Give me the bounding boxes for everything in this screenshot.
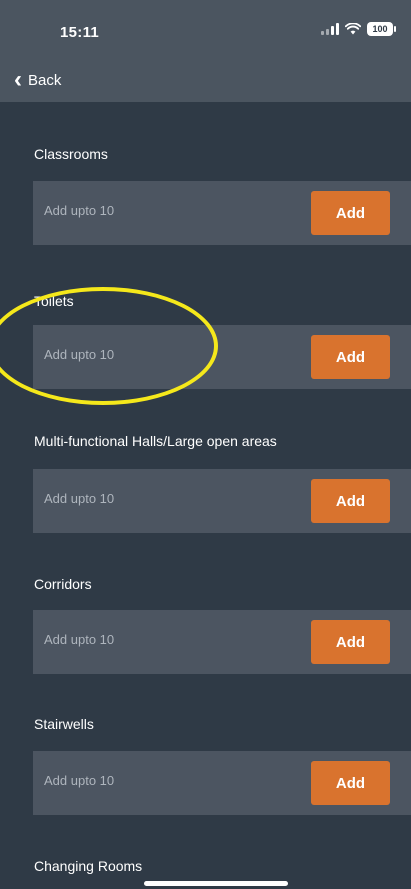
add-limit-hint: Add upto 10 [44, 632, 115, 647]
signal-bars-icon [321, 23, 339, 35]
back-label: Back [28, 71, 62, 89]
add-stairwells-button[interactable]: Add [311, 761, 390, 805]
status-time: 15:11 [60, 24, 100, 41]
add-halls-button[interactable]: Add [311, 479, 390, 523]
section-title-corridors: Corridors [34, 576, 92, 592]
add-limit-hint: Add upto 10 [44, 203, 115, 218]
add-limit-hint: Add upto 10 [44, 347, 115, 362]
section-row-corridors: Add upto 10 Add [33, 610, 411, 674]
section-row-classrooms: Add upto 10 Add [33, 181, 411, 245]
status-bar: 15:11 100 [0, 0, 411, 60]
add-toilets-button[interactable]: Add [311, 335, 390, 379]
nav-bar: ‹ Back [0, 60, 411, 102]
add-classrooms-button[interactable]: Add [311, 191, 390, 235]
wifi-icon [345, 23, 361, 35]
section-title-toilets: Toilets [34, 293, 74, 309]
battery-icon: 100 [367, 22, 396, 36]
status-icons: 100 [321, 22, 396, 36]
back-button[interactable]: ‹ Back [14, 68, 61, 92]
section-title-stairwells: Stairwells [34, 716, 94, 732]
section-title-classrooms: Classrooms [34, 146, 108, 162]
add-corridors-button[interactable]: Add [311, 620, 390, 664]
section-title-changing-rooms: Changing Rooms [34, 858, 143, 874]
section-row-stairwells: Add upto 10 Add [33, 751, 411, 815]
home-indicator [144, 881, 288, 886]
section-title-halls: Multi-functional Halls/Large open areas [34, 433, 277, 449]
chevron-left-icon: ‹ [14, 66, 22, 93]
add-limit-hint: Add upto 10 [44, 773, 115, 788]
add-limit-hint: Add upto 10 [44, 491, 115, 506]
section-row-toilets: Add upto 10 Add [33, 325, 411, 389]
section-row-halls: Add upto 10 Add [33, 469, 411, 533]
